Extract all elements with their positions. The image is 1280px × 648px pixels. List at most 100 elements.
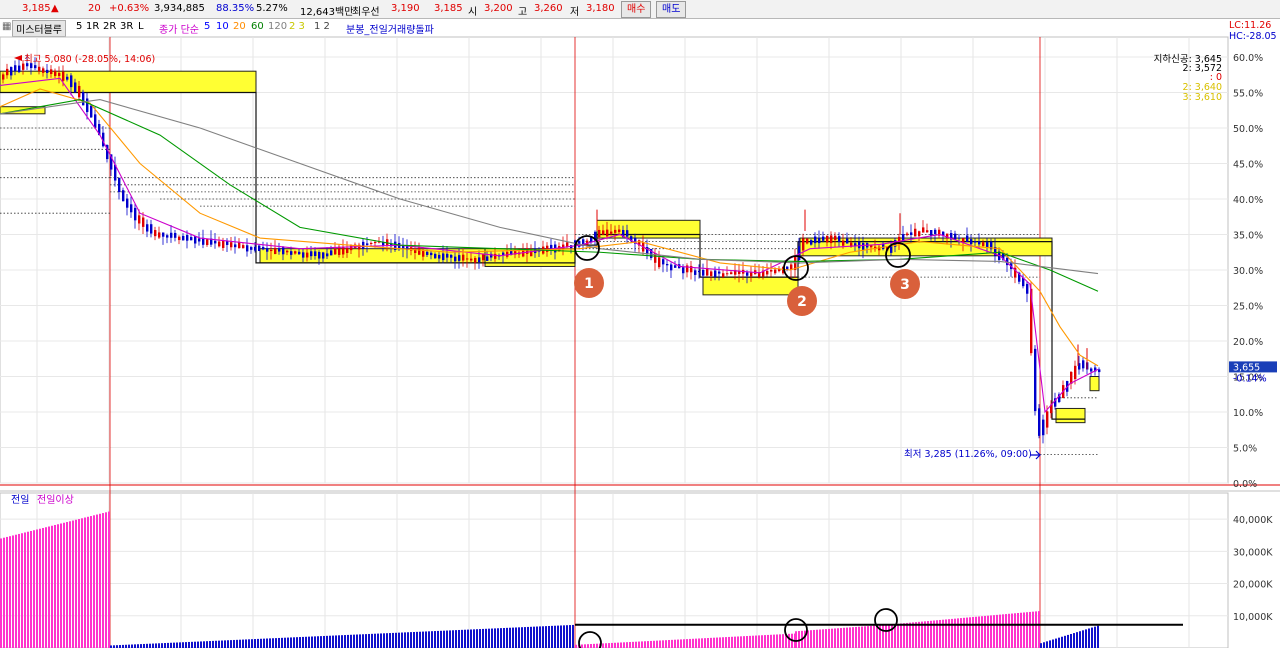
volume-bar bbox=[915, 622, 917, 648]
volume-bar bbox=[1026, 612, 1028, 648]
candle-body bbox=[254, 246, 257, 251]
candle-body bbox=[738, 271, 741, 274]
volume-bar bbox=[446, 630, 448, 648]
volume-bar bbox=[909, 622, 911, 648]
candle-body bbox=[318, 252, 321, 259]
price-axis-tick: 40.0% bbox=[1233, 195, 1263, 206]
candle-body bbox=[370, 242, 373, 244]
candle-body bbox=[186, 235, 189, 241]
candle-body bbox=[662, 259, 665, 265]
volume-bar bbox=[443, 630, 445, 648]
volume-bar bbox=[78, 519, 80, 648]
volume-bar bbox=[99, 513, 101, 648]
volume-bar bbox=[497, 628, 499, 648]
volume-bar bbox=[779, 634, 781, 648]
volume-bar bbox=[1073, 633, 1075, 648]
info-box-line5: 3: 3,610 bbox=[1183, 92, 1222, 103]
candle-body bbox=[434, 253, 437, 259]
volume-bar bbox=[584, 644, 586, 648]
volume-bar bbox=[200, 641, 202, 648]
candle-body bbox=[158, 232, 161, 238]
candle-body bbox=[430, 252, 433, 256]
volume-bar bbox=[602, 643, 604, 648]
candle-body bbox=[606, 229, 609, 237]
candle-body bbox=[142, 217, 145, 227]
candle-body bbox=[270, 249, 273, 252]
volume-bar bbox=[993, 615, 995, 648]
candle-body bbox=[374, 241, 377, 244]
volume-bar bbox=[48, 526, 50, 648]
volume-bar bbox=[338, 635, 340, 648]
candle-body bbox=[234, 244, 237, 248]
candle-body bbox=[94, 114, 97, 128]
volume-bar bbox=[18, 533, 20, 648]
volume-bar bbox=[374, 633, 376, 648]
volume-bar bbox=[536, 626, 538, 648]
volume-bar bbox=[795, 631, 797, 648]
volume-bar bbox=[683, 639, 685, 648]
volume-bar bbox=[810, 630, 812, 648]
volume-bar bbox=[287, 637, 289, 648]
volume-bar bbox=[885, 624, 887, 648]
candle-body bbox=[74, 82, 77, 93]
volume-bar bbox=[855, 626, 857, 648]
candle-body bbox=[362, 241, 365, 249]
volume-bar bbox=[1008, 613, 1010, 648]
volume-bar bbox=[39, 528, 41, 648]
volume-bar bbox=[491, 628, 493, 648]
volume-bar bbox=[689, 638, 691, 648]
volume-bar bbox=[323, 635, 325, 648]
volume-bar bbox=[299, 637, 301, 648]
volume-bar bbox=[984, 615, 986, 648]
volume-bar bbox=[605, 643, 607, 648]
volume-bar bbox=[822, 629, 824, 648]
candle-body bbox=[846, 238, 849, 244]
candle-body bbox=[842, 240, 845, 246]
candle-body bbox=[698, 270, 701, 273]
volume-bar bbox=[527, 626, 529, 648]
volume-bar bbox=[828, 628, 830, 648]
candle-body bbox=[618, 229, 621, 233]
volume-bar bbox=[428, 631, 430, 648]
candle-body bbox=[242, 245, 245, 249]
volume-bar bbox=[206, 641, 208, 648]
volume-bar bbox=[9, 536, 11, 648]
volume-bar bbox=[1038, 611, 1040, 648]
candle-body bbox=[910, 232, 913, 235]
candle-body bbox=[178, 236, 181, 241]
volume-bar bbox=[716, 637, 718, 648]
candle-body bbox=[206, 239, 209, 246]
volume-bar bbox=[54, 524, 56, 648]
candle-body bbox=[478, 257, 481, 263]
candle-body bbox=[446, 253, 449, 258]
candle-body bbox=[1034, 348, 1037, 412]
candle-body bbox=[422, 251, 425, 257]
volume-bar bbox=[867, 626, 869, 648]
volume-bar bbox=[1049, 640, 1051, 648]
candle-body bbox=[726, 273, 729, 275]
volume-bar bbox=[341, 635, 343, 648]
candle-body bbox=[702, 269, 705, 276]
candle-body bbox=[274, 247, 277, 255]
volume-bar bbox=[293, 637, 295, 648]
volume-bar bbox=[164, 643, 166, 648]
volume-bar bbox=[485, 628, 487, 648]
candle-body bbox=[322, 252, 325, 259]
volume-axis-tick: 20,000K bbox=[1233, 580, 1273, 591]
volume-bar bbox=[831, 628, 833, 648]
volume-bar bbox=[626, 642, 628, 648]
candle-body bbox=[750, 272, 753, 277]
volume-bar bbox=[458, 629, 460, 648]
volume-bar bbox=[1076, 632, 1078, 648]
candle-body bbox=[38, 66, 41, 71]
volume-bar bbox=[96, 514, 98, 648]
volume-bar bbox=[677, 639, 679, 648]
candle-body bbox=[466, 258, 469, 260]
candle-body bbox=[766, 270, 769, 275]
volume-bar bbox=[488, 628, 490, 648]
candle-body bbox=[6, 68, 9, 76]
volume-bar bbox=[500, 628, 502, 648]
volume-bar bbox=[650, 640, 652, 648]
volume-bar bbox=[317, 636, 319, 648]
volume-bar bbox=[846, 627, 848, 648]
